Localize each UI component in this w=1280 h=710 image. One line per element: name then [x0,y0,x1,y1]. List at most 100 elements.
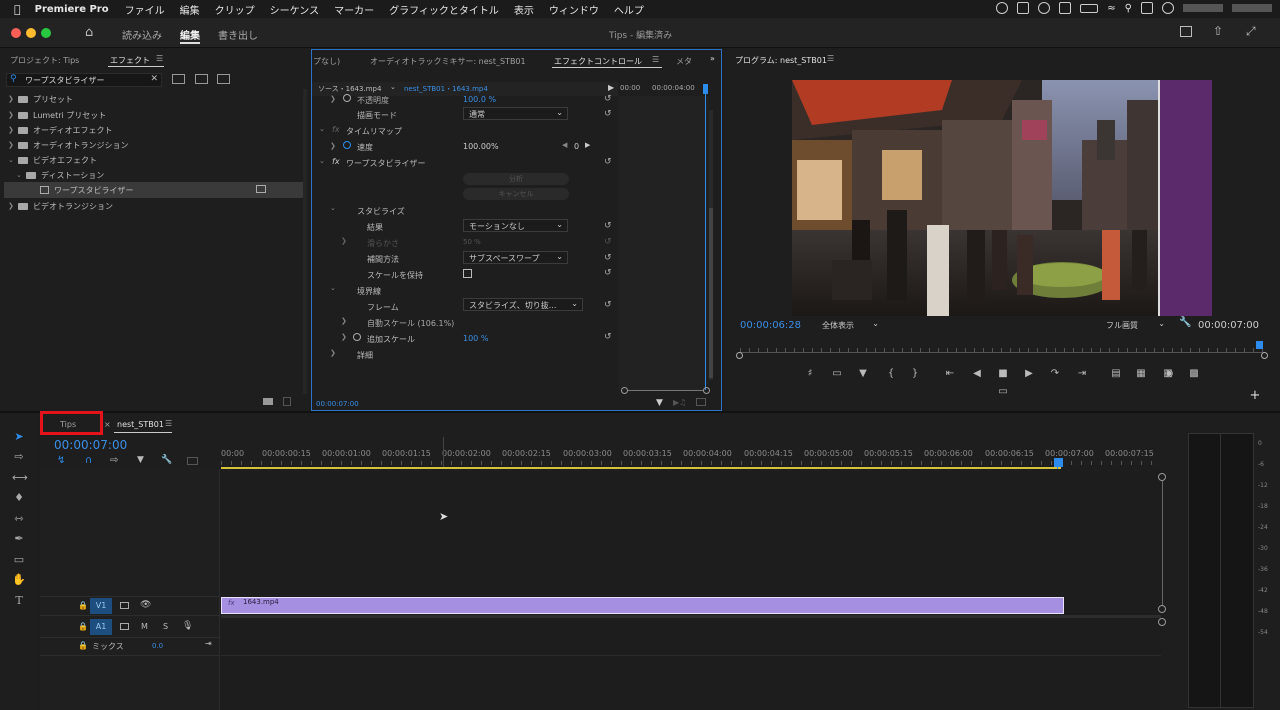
more-tabs-icon[interactable]: » [710,54,715,63]
scrub-handle-left[interactable] [736,352,743,359]
result-dropdown[interactable]: モーションなし ⌄ [463,219,568,232]
zoom-level-dropdown[interactable]: 全体表示 ⌄ [817,319,883,332]
tree-item-video-effects[interactable]: ⌄ ビデオエフェクト [0,152,303,168]
menu-help[interactable]: ヘルプ [614,2,644,17]
nest-icon[interactable]: ↯ [57,455,65,466]
yuv-effects-icon[interactable] [217,74,230,84]
chevron-right-icon[interactable]: ❯ [341,237,347,245]
tab-project[interactable]: プロジェクト: Tips [10,55,79,66]
next-keyframe-icon[interactable]: ▶ [585,141,590,149]
hand-tool-icon[interactable]: ✋ [12,573,26,587]
new-bin-icon[interactable] [263,398,273,405]
play-only-audio-icon[interactable]: ▶ [608,83,614,92]
tree-item-video-transitions[interactable]: ❯ ビデオトランジション [0,198,303,214]
timeline-playhead-handle[interactable] [1054,458,1063,467]
mix-value[interactable]: 0.0 [152,642,163,650]
tab-nest-stb01[interactable]: nest_STB01 [117,420,164,429]
stop-icon[interactable]: ■ [996,368,1010,379]
effects-search-field[interactable]: ⚲ ワープスタビライザー ✕ [6,73,162,87]
framing-dropdown[interactable]: スタビライズ、切り抜... ⌄ [463,298,583,311]
method-dropdown[interactable]: サブスペースワープ ⌄ [463,251,568,264]
ec-timeline-area[interactable] [619,96,709,390]
mute-button[interactable]: M [141,622,148,631]
speed-value[interactable]: 100.00% [463,142,499,151]
tree-item-presets[interactable]: ❯ プリセット [0,91,303,107]
go-to-in-icon[interactable]: ⇤ [943,368,957,379]
sync-lock-icon[interactable] [120,623,129,630]
analyze-button[interactable]: 分析 [463,173,569,185]
slip-tool-icon[interactable]: ⇿ [12,512,26,526]
scrub-handle-right[interactable] [1261,352,1268,359]
mark-out-brace-icon[interactable]: } [908,368,922,379]
search-icon[interactable]: ⚲ [1125,3,1132,14]
panel-menu-icon[interactable]: ☰ [652,55,659,64]
tree-item-distortion[interactable]: ⌄ ディストーション [0,167,303,183]
clip-label[interactable]: nest_STB01・1643.mp4 [404,84,488,94]
menu-view[interactable]: 表示 [514,2,534,17]
microphone-icon[interactable]: 🎙 [182,621,193,631]
snap-magnet-icon[interactable]: ∩ [85,455,92,466]
app-menu[interactable]: Premiere Pro [35,4,109,15]
program-monitor-title[interactable]: プログラム: nest_STB01 [735,55,827,66]
fx-icon[interactable]: fx [332,157,340,166]
type-tool-icon[interactable]: T [12,594,26,608]
workspace-export[interactable]: 書き出し [218,27,258,42]
play-audio-icon[interactable]: ▶♫ [673,398,686,407]
chevron-down-icon[interactable]: ⌄ [330,284,336,292]
source-label[interactable]: ソース・1643.mp4 [318,84,381,94]
clear-search-icon[interactable]: ✕ [150,74,158,84]
menu-clip[interactable]: クリップ [215,2,255,17]
ec-current-time[interactable]: 00:00:07:00 [316,400,359,408]
eye-icon[interactable]: 👁 [140,600,151,610]
additional-scale-value[interactable]: 100 % [463,334,488,343]
home-icon[interactable]: ⌂ [85,25,93,40]
add-marker-icon[interactable]: ♯ [803,368,817,379]
reset-icon[interactable]: ↺ [604,157,614,167]
input-method-icon[interactable] [1059,2,1072,14]
ec-playhead[interactable] [703,84,708,94]
menu-graphics[interactable]: グラフィックとタイトル [389,2,499,17]
wrench-icon[interactable]: 🔧 [1179,317,1191,328]
go-to-out-icon[interactable]: ⇥ [1075,368,1089,379]
panel-menu-icon[interactable]: ☰ [165,419,172,428]
menu-window[interactable]: ウィンドウ [549,2,599,17]
apple-icon[interactable]:  [14,3,21,16]
prev-keyframe-icon[interactable]: ◀ [562,141,567,149]
menu-sequence[interactable]: シーケンス [270,2,320,17]
step-back-icon[interactable]: ◀ [970,368,984,379]
lift-icon[interactable]: ▤ [1109,368,1123,379]
stopwatch-icon[interactable] [343,94,351,102]
tree-item-audio-transitions[interactable]: ❯ オーディオトランジション [0,137,303,153]
siri-icon[interactable] [1162,2,1174,14]
timeline-timecode[interactable]: 00:00:07:00 [54,438,127,452]
panel-scrollbar[interactable] [303,89,307,394]
ec-scrollbar[interactable] [709,110,713,380]
sync-lock-icon[interactable] [120,602,129,609]
video-zoom-bar[interactable] [1162,481,1163,605]
track-area[interactable] [221,469,1161,710]
keep-scale-checkbox[interactable] [463,269,472,278]
program-scrub-bar[interactable] [740,348,1265,360]
chevron-right-icon[interactable]: ❯ [341,317,347,325]
chevron-right-icon[interactable]: ❯ [330,349,336,357]
workspace-edit[interactable]: 編集 [180,27,200,42]
stopwatch-icon[interactable] [343,141,351,149]
program-playhead[interactable] [1256,341,1263,349]
rectangle-tool-icon[interactable]: ▭ [12,553,26,567]
reset-icon[interactable]: ↺ [604,300,614,310]
record-icon[interactable] [996,2,1009,14]
battery-icon[interactable] [1080,3,1099,13]
chevron-down-icon[interactable]: ⌄ [319,125,325,133]
fullscreen-icon[interactable]: ⤢ [1246,24,1256,39]
wifi-icon[interactable]: ≈ [1107,3,1115,14]
mark-in-brace-icon[interactable]: { [884,368,898,379]
video-zoom-handle-top[interactable] [1158,473,1166,481]
menu-marker[interactable]: マーカー [334,2,374,17]
program-current-time[interactable]: 00:00:06:28 [740,320,801,331]
video-clip[interactable]: fx 1643.mp4 [221,597,1064,614]
audio-zoom-handle[interactable] [1158,618,1166,626]
track-target-v1[interactable]: V1 [90,598,112,614]
chevron-down-icon[interactable]: ⌄ [319,157,325,165]
ripple-edit-tool-icon[interactable]: ⟷ [12,471,28,485]
marker-icon[interactable]: ▼ [856,368,870,379]
